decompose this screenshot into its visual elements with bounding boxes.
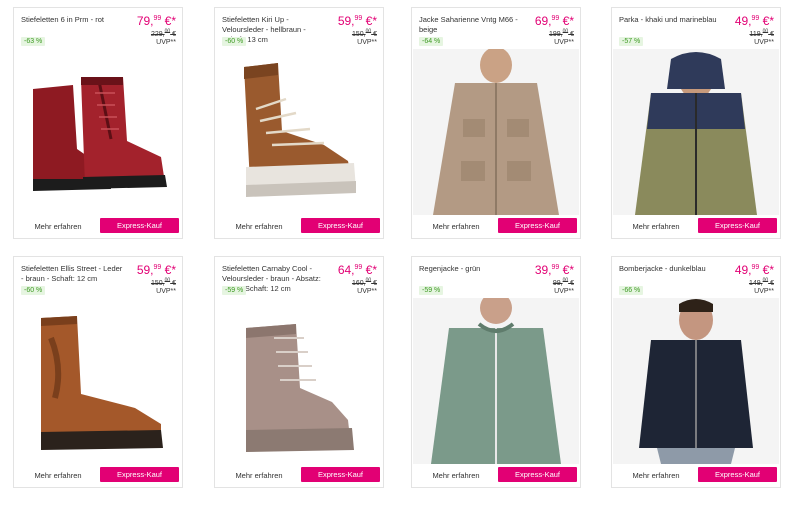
more-info-link[interactable]: Mehr erfahren <box>223 222 295 231</box>
product-name[interactable]: Regenjacke - grün <box>419 264 523 274</box>
product-name[interactable]: Parka - khaki und marineblau <box>619 15 723 25</box>
express-buy-button[interactable]: Express-Kauf <box>301 467 380 482</box>
taupe-boot-image[interactable] <box>216 298 382 464</box>
discount-badge: -64 % <box>419 37 444 46</box>
old-price: 229,00 € UVP** <box>150 29 176 47</box>
product-card[interactable]: Stiefeletten Carnaby Cool - Veloursleder… <box>214 256 384 488</box>
express-buy-button[interactable]: Express-Kauf <box>498 467 577 482</box>
more-info-link[interactable]: Mehr erfahren <box>620 222 692 231</box>
old-price: 119,00 € UVP** <box>749 29 774 47</box>
red-boot-image[interactable] <box>15 49 181 215</box>
product-price: 69,99 €* <box>534 14 574 28</box>
tan-sneaker-boot-image[interactable] <box>216 49 382 215</box>
discount-badge: -59 % <box>419 286 444 295</box>
navy-bomber-image[interactable] <box>613 298 779 464</box>
product-card[interactable]: Stiefeletten Ellis Street - Leder - brau… <box>13 256 183 488</box>
product-price: 64,99 €* <box>337 263 377 277</box>
product-name[interactable]: Jacke Saharienne Vntg M66 - beige <box>419 15 523 35</box>
product-card[interactable]: Stiefeletten 6 in Prm - rot 79,99 €* 229… <box>13 7 183 239</box>
discount-badge: -66 % <box>619 286 644 295</box>
express-buy-button[interactable]: Express-Kauf <box>100 218 179 233</box>
more-info-link[interactable]: Mehr erfahren <box>223 471 295 480</box>
old-price: 150,00 € UVP** <box>150 278 176 296</box>
discount-badge: -60 % <box>222 37 247 46</box>
old-price: 150,00 € UVP** <box>351 29 377 47</box>
product-name[interactable]: Stiefeletten Ellis Street - Leder - brau… <box>21 264 125 284</box>
express-buy-button[interactable]: Express-Kauf <box>100 467 179 482</box>
more-info-link[interactable]: Mehr erfahren <box>22 471 94 480</box>
old-price: 199,00 € UVP** <box>548 29 574 47</box>
discount-badge: -59 % <box>222 286 247 295</box>
product-card[interactable]: Stiefeletten Kiri Up - Veloursleder - he… <box>214 7 384 239</box>
old-price: 149,00 € UVP** <box>748 278 774 296</box>
brown-chelsea-boot-image[interactable] <box>15 298 181 464</box>
product-card[interactable]: Parka - khaki und marineblau 49,99 €* 11… <box>611 7 781 239</box>
product-card[interactable]: Bomberjacke - dunkelblau 49,99 €* 149,00… <box>611 256 781 488</box>
product-price: 59,99 €* <box>337 14 377 28</box>
product-card[interactable]: Jacke Saharienne Vntg M66 - beige 69,99 … <box>411 7 581 239</box>
product-price: 79,99 €* <box>136 14 176 28</box>
product-name[interactable]: Stiefeletten 6 in Prm - rot <box>21 15 125 25</box>
product-price: 49,99 €* <box>734 14 774 28</box>
discount-badge: -63 % <box>21 37 46 46</box>
khaki-parka-image[interactable] <box>613 49 779 215</box>
product-card[interactable]: Regenjacke - grün 39,99 €* 99,00 € UVP** … <box>411 256 581 488</box>
express-buy-button[interactable]: Express-Kauf <box>698 218 777 233</box>
old-price: 160,00 € UVP** <box>351 278 377 296</box>
product-price: 59,99 €* <box>136 263 176 277</box>
more-info-link[interactable]: Mehr erfahren <box>420 471 492 480</box>
express-buy-button[interactable]: Express-Kauf <box>498 218 577 233</box>
more-info-link[interactable]: Mehr erfahren <box>22 222 94 231</box>
express-buy-button[interactable]: Express-Kauf <box>301 218 380 233</box>
more-info-link[interactable]: Mehr erfahren <box>420 222 492 231</box>
discount-badge: -60 % <box>21 286 46 295</box>
more-info-link[interactable]: Mehr erfahren <box>620 471 692 480</box>
product-name[interactable]: Bomberjacke - dunkelblau <box>619 264 723 274</box>
product-price: 49,99 €* <box>734 263 774 277</box>
discount-badge: -57 % <box>619 37 644 46</box>
green-rain-jacket-image[interactable] <box>413 298 579 464</box>
express-buy-button[interactable]: Express-Kauf <box>698 467 777 482</box>
beige-jacket-image[interactable] <box>413 49 579 215</box>
old-price: 99,00 € UVP** <box>552 278 574 296</box>
product-price: 39,99 €* <box>534 263 574 277</box>
